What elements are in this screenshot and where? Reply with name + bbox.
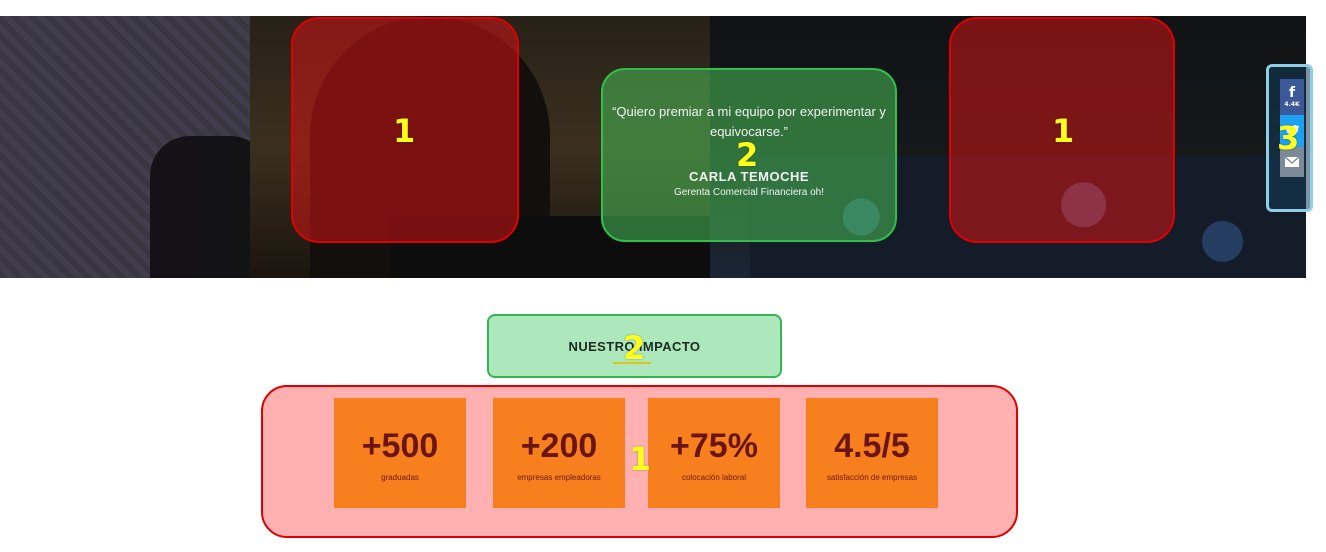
annotation-number: 1 — [629, 440, 652, 478]
stat-label: empresas empleadoras — [517, 473, 601, 482]
stat-value: +500 — [361, 427, 439, 465]
stat-label: colocación laboral — [681, 473, 747, 482]
stat-value: +200 — [520, 427, 598, 465]
facebook-icon: f — [1288, 85, 1296, 101]
stat-value: 4.5/5 — [834, 427, 910, 465]
stat-card-satisfaction: 4.5/5 satisfacción de empresas — [806, 398, 938, 508]
stat-card-employers: +200 empresas empleadoras — [493, 398, 625, 508]
facebook-share-count: 4.4K — [1284, 101, 1300, 108]
testimonial-author-role: Gerenta Comercial Financiera oh! — [673, 187, 825, 198]
stat-value: +75% — [670, 427, 758, 465]
stat-card-placement: +75% colocación laboral — [648, 398, 780, 508]
annotation-number: 1 — [393, 112, 416, 150]
envelope-icon — [1285, 157, 1299, 167]
annotation-number: 3 — [1277, 119, 1300, 157]
stat-card-graduates: +500 graduadas — [334, 398, 466, 508]
annotation-number: 2 — [736, 136, 759, 174]
annotation-number: 1 — [1052, 112, 1075, 150]
facebook-share-button[interactable]: f 4.4K — [1280, 79, 1304, 115]
stat-label: graduadas — [381, 473, 419, 482]
stat-label: satisfacción de empresas — [826, 473, 918, 482]
annotation-number: 2 — [623, 329, 646, 367]
page: “Quiero premiar a mi equipo por experime… — [0, 0, 1326, 552]
